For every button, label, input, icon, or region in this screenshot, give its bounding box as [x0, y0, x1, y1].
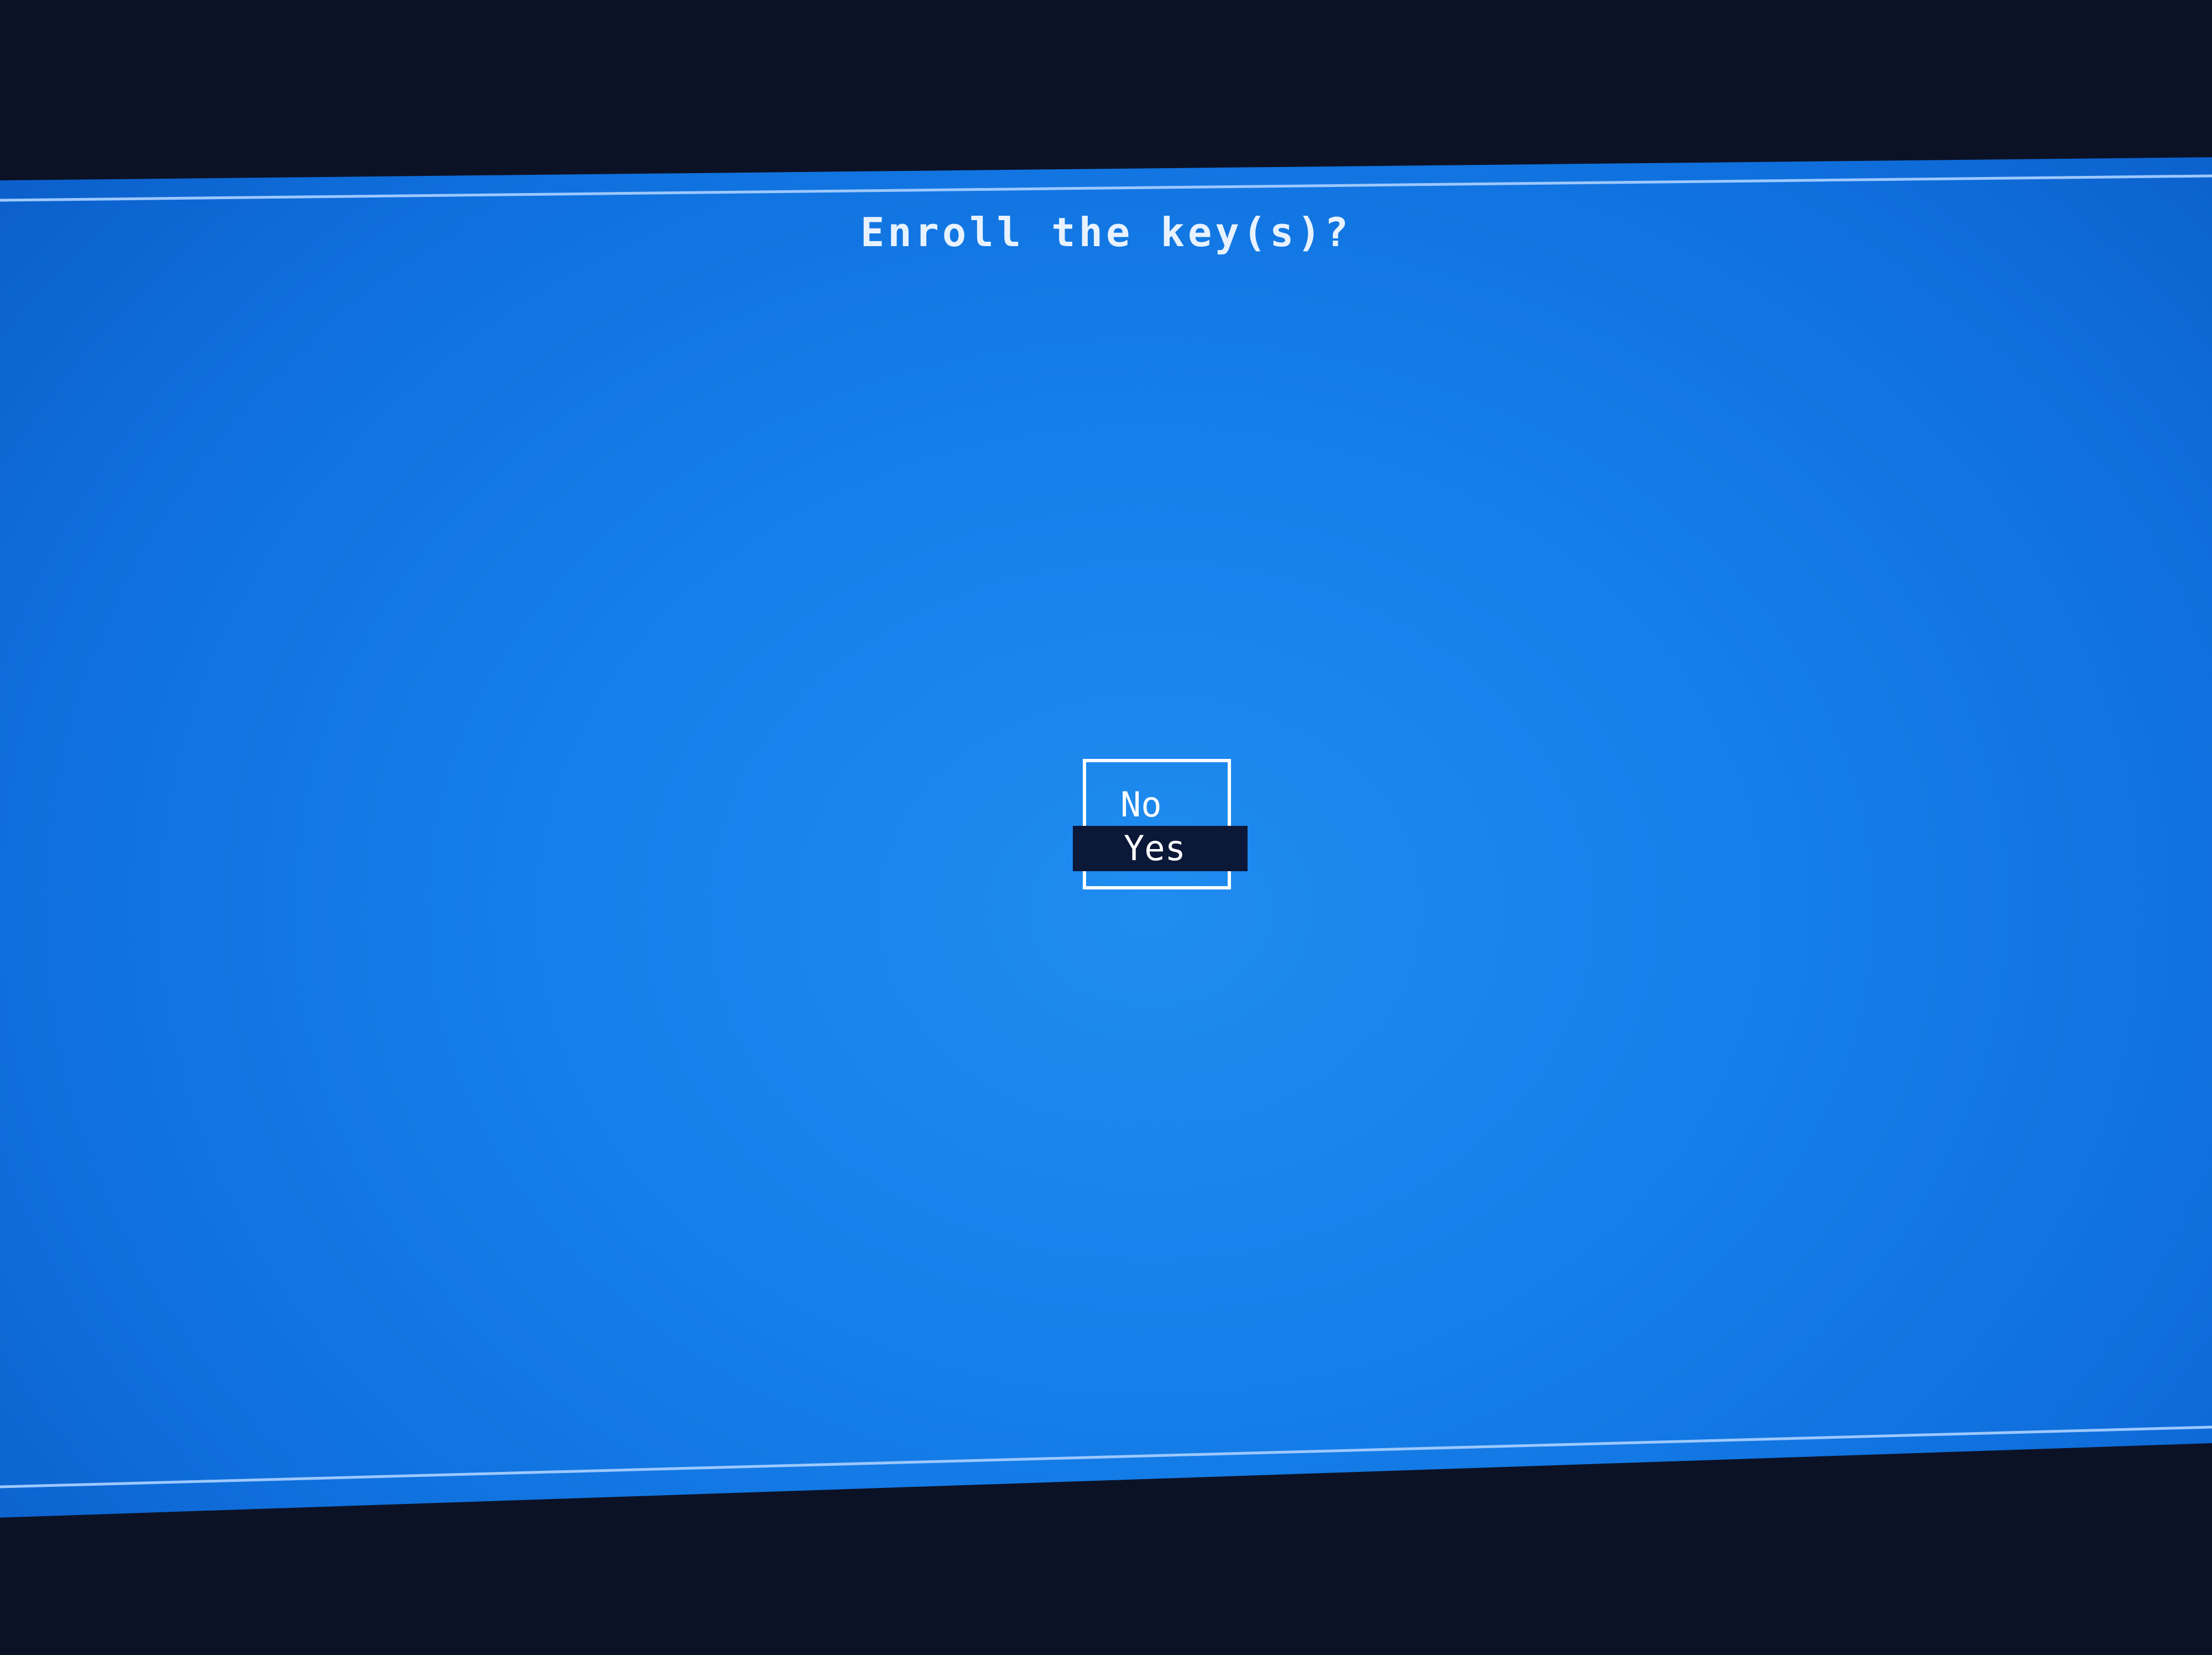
option-yes-selected[interactable]: Yes: [1073, 826, 1248, 871]
dialog-title: Enroll the key(s)?: [860, 209, 1352, 256]
option-no[interactable]: No: [1120, 784, 1162, 825]
